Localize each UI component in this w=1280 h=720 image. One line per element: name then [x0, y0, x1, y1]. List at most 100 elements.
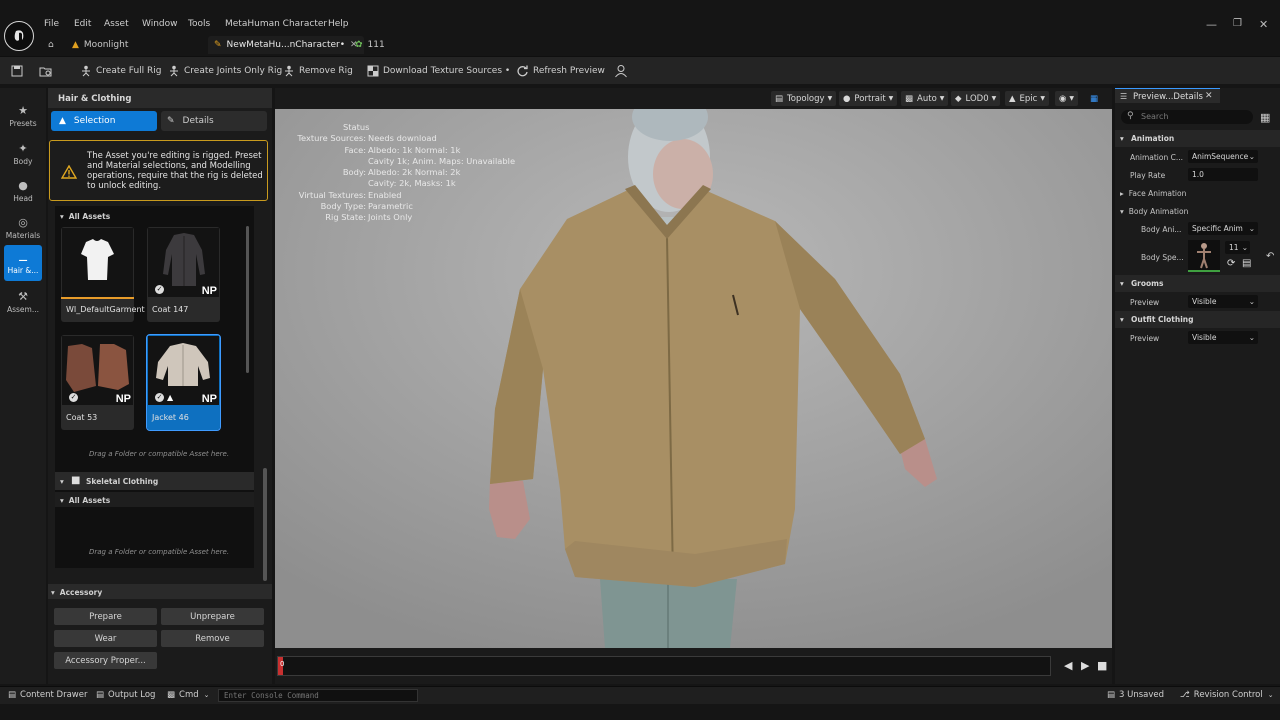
accessory-properties-button[interactable]: Accessory Proper...: [54, 652, 157, 669]
camera-auto-dropdown[interactable]: ▩ Auto ▼: [901, 91, 949, 106]
revision-control-button[interactable]: ⎇ Revision Control ⌄: [1180, 690, 1274, 700]
remove-button[interactable]: Remove: [161, 630, 264, 647]
timeline-track[interactable]: 0: [277, 656, 1051, 676]
menu-tools[interactable]: Tools: [188, 19, 210, 31]
wear-button[interactable]: Wear: [54, 630, 157, 647]
animation-thumbnail[interactable]: [1188, 240, 1220, 272]
clothing-icon: ■: [71, 475, 81, 486]
asset-tile-default-garment[interactable]: WI_DefaultGarment: [61, 227, 145, 322]
details-icon: ☰: [1120, 92, 1128, 101]
table-view-icon[interactable]: ▦: [1260, 111, 1270, 124]
home-icon[interactable]: ⌂: [48, 36, 54, 54]
all-assets-header-2[interactable]: ▾ All Assets: [55, 492, 254, 507]
grooms-section[interactable]: ▾ Grooms: [1115, 275, 1280, 292]
outfit-clothing-section[interactable]: ▾ Outfit Clothing: [1115, 311, 1280, 328]
animation-section[interactable]: ▾ Animation: [1115, 130, 1280, 147]
accessory-header[interactable]: ▾ Accessory: [48, 584, 272, 599]
layout-toggle[interactable]: ▦: [1086, 91, 1103, 106]
drop-hint-2: Drag a Folder or compatible Asset here.: [89, 548, 230, 556]
tab-metahuman-character[interactable]: ✎ NewMetaHu...nCharacter• ✕: [208, 36, 364, 54]
search-input[interactable]: ⚲ Search: [1121, 110, 1253, 124]
lod-icon: ◆: [955, 93, 962, 104]
check-icon: ✓: [69, 393, 78, 402]
cmd-dropdown[interactable]: ▩ Cmd ⌄: [167, 690, 210, 700]
asset-tile-coat-147[interactable]: ✓ NP Coat 147: [147, 227, 220, 322]
play-icon[interactable]: ▶: [1081, 659, 1089, 672]
play-rate-input[interactable]: 1.0: [1188, 168, 1258, 181]
reset-icon[interactable]: ↶: [1266, 251, 1274, 262]
rail-materials[interactable]: ◎ Materials: [4, 210, 42, 246]
rail-body[interactable]: ✦ Body: [4, 136, 42, 172]
create-full-rig-button[interactable]: Create Full Rig: [80, 64, 161, 78]
unsaved-button[interactable]: ▤ 3 Unsaved: [1107, 690, 1164, 700]
output-log-button[interactable]: ▤ Output Log: [96, 690, 155, 700]
refresh-preview-button[interactable]: Refresh Preview: [516, 64, 605, 78]
browse-icon[interactable]: [39, 64, 57, 78]
user-icon[interactable]: [614, 64, 632, 78]
body-animation-header[interactable]: ▾ Body Animation: [1120, 207, 1188, 216]
tab-111[interactable]: ✿ 111: [355, 36, 385, 54]
lod-dropdown[interactable]: ◆ LOD0 ▼: [951, 91, 1001, 106]
grooms-preview-select[interactable]: Visible ⌄: [1188, 295, 1258, 308]
face-animation-header[interactable]: ▸ Face Animation: [1120, 189, 1186, 198]
rail-presets[interactable]: ★ Presets: [4, 98, 42, 134]
play-reverse-icon[interactable]: ◀: [1064, 659, 1072, 672]
menu-asset[interactable]: Asset: [104, 19, 129, 31]
menu-file[interactable]: File: [44, 19, 59, 31]
maximize-icon[interactable]: ❐: [1233, 18, 1242, 29]
viewport[interactable]: ▤ Topology ▼ ● Portrait ▼ ▩ Auto ▼ ◆ LOD0 ▼ ▲ Epi…: [275, 88, 1112, 648]
menu-metahuman-character[interactable]: MetaHuman Character: [225, 19, 327, 31]
shirt-icon: ▲: [167, 393, 174, 402]
all-assets-header[interactable]: ▾ All Assets: [60, 212, 110, 221]
prepare-button[interactable]: Prepare: [54, 608, 157, 625]
hammer-icon: ⚒: [18, 289, 28, 303]
save-icon[interactable]: [11, 64, 27, 78]
details-tab[interactable]: ✎ Details: [161, 111, 267, 131]
panel-scrollbar[interactable]: [263, 468, 267, 581]
menu-window[interactable]: Window: [142, 19, 178, 31]
unreal-logo-icon[interactable]: [4, 21, 34, 51]
menu-help[interactable]: Help: [328, 19, 349, 31]
browse-asset-icon[interactable]: ▤: [1242, 258, 1251, 269]
remove-rig-button[interactable]: Remove Rig: [283, 64, 353, 78]
visibility-dropdown[interactable]: ◉ ▼: [1055, 91, 1079, 106]
minimize-icon[interactable]: —: [1206, 18, 1217, 31]
stop-icon[interactable]: ■: [1097, 659, 1107, 672]
check-icon: ✓: [155, 393, 164, 402]
assets-scrollbar[interactable]: [246, 226, 249, 373]
use-selected-icon[interactable]: ⟳: [1227, 258, 1235, 269]
tab-moonlight[interactable]: ▲ Moonlight: [72, 36, 128, 54]
status-bar: ▤Content Drawer ▤Output Log ▩Cmd⌄ ▤3 Uns…: [0, 686, 1280, 704]
rail-hair-clothing[interactable]: ⚊ Hair &...: [4, 245, 42, 281]
asset-tile-jacket-46[interactable]: ✓ ▲ NP Jacket 46: [146, 334, 221, 431]
status-title: Status: [343, 122, 370, 132]
terminal-icon: ▩: [167, 690, 176, 700]
quality-icon: ▲: [1009, 93, 1016, 104]
portrait-dropdown[interactable]: ● Portrait ▼: [839, 91, 898, 106]
create-joints-only-rig-button[interactable]: Create Joints Only Rig: [168, 64, 282, 78]
skeletal-clothing-header[interactable]: ▾ ■ Skeletal Clothing: [55, 472, 254, 490]
topology-dropdown[interactable]: ▤ Topology ▼: [771, 91, 837, 106]
content-drawer-button[interactable]: ▤ Content Drawer: [8, 690, 87, 700]
close-panel-icon[interactable]: ✕: [1205, 91, 1213, 101]
unsaved-icon: ▤: [1107, 690, 1116, 700]
rail-assembly[interactable]: ⚒ Assem...: [4, 284, 42, 320]
outfit-preview-select[interactable]: Visible ⌄: [1188, 331, 1258, 344]
refresh-icon: [517, 65, 528, 76]
unprepare-button[interactable]: Unprepare: [161, 608, 264, 625]
download-texture-sources-button[interactable]: Download Texture Sources •: [367, 64, 510, 78]
selection-tab[interactable]: ▲ Selection: [51, 111, 157, 131]
preview-details-tab[interactable]: ☰ Preview...Details ✕: [1115, 88, 1220, 103]
tab-label: NewMetaHu...nCharacter•: [226, 40, 346, 50]
animation-class-select[interactable]: AnimSequence ⌄: [1188, 150, 1258, 163]
body-sequence-select[interactable]: 11 ⌄: [1225, 241, 1250, 254]
body-animation-select[interactable]: Specific Anim ⌄: [1188, 222, 1258, 235]
close-window-icon[interactable]: ✕: [1259, 18, 1268, 31]
rail-head[interactable]: ● Head: [4, 173, 42, 209]
assets-list: ▾ All Assets WI_DefaultGarment ✓ NP Coat …: [55, 206, 254, 568]
quality-dropdown[interactable]: ▲ Epic ▼: [1005, 91, 1049, 106]
asset-tile-coat-53[interactable]: ✓ NP Coat 53: [61, 335, 134, 430]
console-command-input[interactable]: [218, 689, 418, 702]
menu-edit[interactable]: Edit: [74, 19, 91, 31]
asset-thumbnail: [62, 228, 133, 297]
